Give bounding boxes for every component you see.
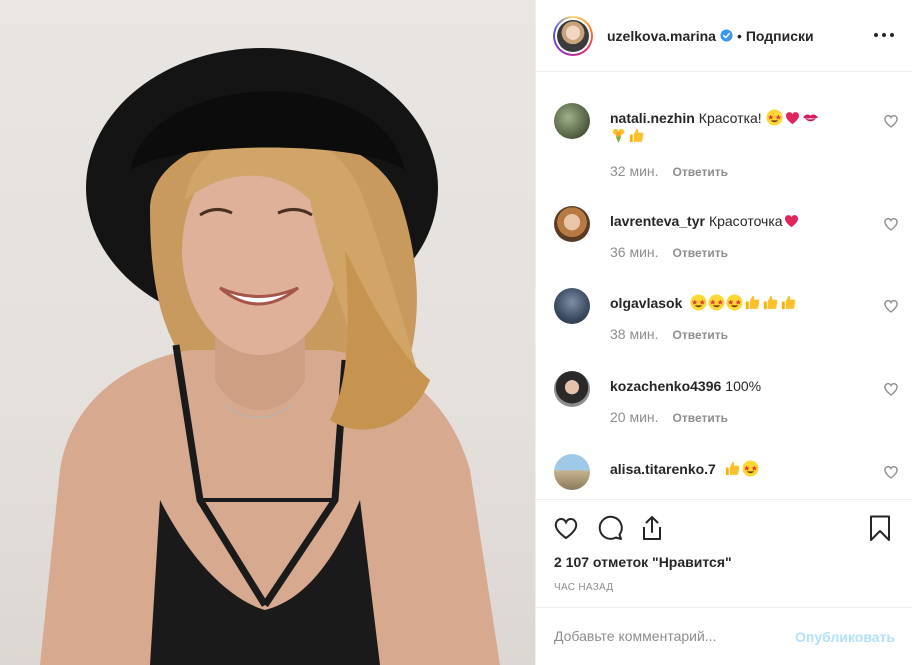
commenter-avatar[interactable] (554, 288, 590, 324)
instagram-post: uzelkova.marina • Подписки natali.nezhin… (0, 0, 912, 665)
comment-meta: 20 мин. Ответить (610, 409, 728, 425)
reply-button[interactable]: Ответить (673, 411, 728, 425)
small-heart-icon[interactable] (883, 464, 899, 480)
add-comment-input[interactable] (554, 628, 774, 644)
kiss-mark-emoji-icon (802, 114, 818, 122)
comment-item: alisa.titarenko.7 (554, 454, 899, 498)
comment-item: lavrenteva_tyr Красоточка 36 мин. Ответить (554, 206, 899, 266)
small-heart-icon[interactable] (883, 113, 899, 129)
comment-text: kozachenko4396 100% (610, 377, 860, 395)
header-separator: • (736, 27, 742, 44)
comment-username[interactable]: lavrenteva_tyr (610, 213, 705, 229)
small-heart-icon[interactable] (883, 216, 899, 232)
publish-button[interactable]: Опубликовать (795, 629, 895, 645)
post-header: uzelkova.marina • Подписки (536, 0, 912, 72)
star-struck-emoji-icon (708, 294, 725, 311)
comment-username[interactable]: natali.nezhin (610, 110, 695, 126)
thumbs-up-emoji-icon (764, 295, 778, 310)
commenter-avatar[interactable] (554, 103, 590, 139)
commenter-avatar[interactable] (554, 454, 590, 490)
comment-body: Красоточка (708, 213, 783, 229)
star-struck-emoji-icon (690, 294, 707, 311)
comment-text: alisa.titarenko.7 (610, 460, 860, 478)
comment-body: 100% (725, 378, 762, 394)
small-heart-icon[interactable] (883, 298, 899, 314)
comment-text: lavrenteva_tyr Красоточка (610, 212, 860, 230)
more-options-icon[interactable] (873, 25, 895, 45)
add-comment-bar: Опубликовать (536, 607, 912, 665)
comment-body: Красотка! (698, 110, 762, 126)
comment-meta: 38 мин. Ответить (610, 326, 728, 342)
commenter-avatar[interactable] (554, 371, 590, 407)
post-actions: 2 107 отметок "Нравится" ЧАС НАЗАД (536, 499, 912, 607)
portrait-image (40, 48, 500, 665)
thumbs-up-emoji-icon (725, 461, 740, 476)
comment-time[interactable]: 36 мин. (610, 244, 659, 260)
author-avatar[interactable] (553, 15, 593, 56)
post-side-panel: uzelkova.marina • Подписки natali.nezhin… (535, 0, 912, 665)
bouquet-emoji-icon (612, 128, 625, 144)
post-photo[interactable] (0, 0, 535, 665)
comment-username[interactable]: kozachenko4396 (610, 378, 721, 394)
posted-time[interactable]: ЧАС НАЗАД (554, 582, 613, 593)
comment-time[interactable]: 32 мин. (610, 163, 659, 179)
author-avatar-image (557, 19, 589, 52)
thumbs-up-emoji-icon (782, 295, 796, 310)
heart-icon[interactable] (552, 514, 580, 542)
red-heart-emoji-icon (784, 215, 798, 228)
following-button[interactable]: Подписки (746, 28, 814, 44)
comment-bubble-icon[interactable] (596, 514, 624, 542)
comment-item: kozachenko4396 100% 20 мин. Ответить (554, 371, 899, 431)
reply-button[interactable]: Ответить (673, 165, 728, 179)
comment-meta: 36 мин. Ответить (610, 244, 728, 260)
verified-badge-icon (720, 29, 733, 42)
red-heart-emoji-icon (785, 112, 799, 125)
avatar-inner (555, 17, 591, 54)
commenter-avatar[interactable] (554, 206, 590, 242)
comment-meta: 32 мин. Ответить (610, 163, 728, 179)
bookmark-icon[interactable] (866, 514, 894, 542)
comment-item: olgavlasok 38 мин. Ответить (554, 288, 899, 348)
reply-button[interactable]: Ответить (673, 246, 728, 260)
comment-text: natali.nezhin Красотка! (610, 109, 860, 145)
thumbs-up-emoji-icon (629, 128, 644, 143)
author-username[interactable]: uzelkova.marina (607, 28, 716, 44)
share-icon[interactable] (638, 514, 666, 542)
comment-username[interactable]: olgavlasok (610, 295, 682, 311)
reply-button[interactable]: Ответить (673, 328, 728, 342)
star-struck-emoji-icon (742, 460, 759, 477)
comment-item: natali.nezhin Красотка! 32 мин. Ответить (554, 103, 899, 183)
likes-count[interactable]: 2 107 отметок "Нравится" (554, 554, 732, 570)
comments-list[interactable]: natali.nezhin Красотка! 32 мин. Ответить l… (536, 72, 912, 498)
comment-time[interactable]: 38 мин. (610, 326, 659, 342)
star-struck-emoji-icon (766, 109, 783, 126)
comment-username[interactable]: alisa.titarenko.7 (610, 461, 716, 477)
thumbs-up-emoji-icon (746, 295, 760, 310)
star-struck-emoji-icon (726, 294, 743, 311)
comment-time[interactable]: 20 мин. (610, 409, 659, 425)
comment-text: olgavlasok (610, 294, 860, 312)
small-heart-icon[interactable] (883, 381, 899, 397)
